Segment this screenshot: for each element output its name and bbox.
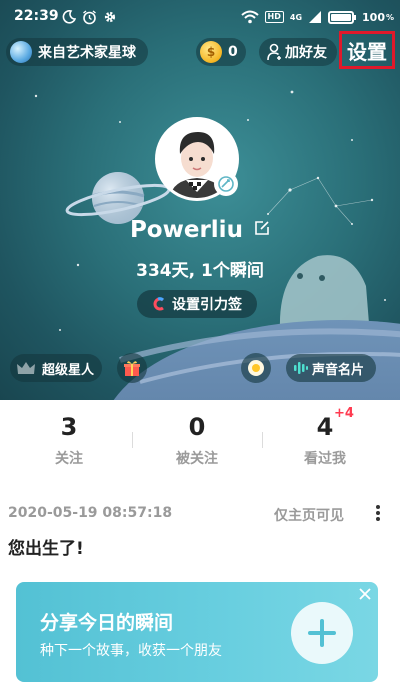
add-friend-button[interactable]: 加好友 [259, 38, 337, 66]
add-person-icon [267, 43, 281, 61]
gift-icon [124, 361, 140, 376]
status-right-icons: HD 4G 100 % [240, 8, 394, 26]
settings-button[interactable]: 设置 [339, 31, 395, 69]
stat-visitors[interactable]: 4 看过我 [260, 412, 390, 468]
gift-button[interactable] [117, 353, 147, 383]
coin-count: 0 [228, 44, 238, 60]
gravity-icon [153, 297, 165, 311]
crown-icon [17, 362, 35, 374]
stat-label: 关注 [55, 451, 83, 467]
signal-icon [309, 11, 322, 23]
add-friend-label: 加好友 [285, 45, 327, 61]
more-icon[interactable] [370, 503, 386, 523]
planet-icon [10, 41, 32, 63]
clock: 22:39 [14, 8, 59, 24]
share-subtitle: 种下一个故事，收获一个朋友 [40, 643, 222, 659]
post-visibility: 仅主页可见 [274, 508, 344, 524]
network-indicator: 4G [289, 12, 303, 22]
voice-icon [294, 362, 308, 374]
egg-icon [248, 360, 264, 376]
wifi-icon [240, 10, 259, 24]
add-moment-button[interactable] [291, 602, 353, 664]
close-icon[interactable] [357, 586, 373, 602]
stat-label: 被关注 [176, 451, 218, 467]
coin-balance-button[interactable]: $ 0 [196, 38, 246, 66]
voice-card-button[interactable]: 声音名片 [286, 354, 376, 382]
stat-value: 4 [316, 413, 334, 441]
nickname: Powerliu [129, 217, 243, 243]
percent-sign: % [385, 12, 394, 22]
stat-followers[interactable]: 0 被关注 [132, 412, 262, 468]
nickname-row[interactable]: Powerliu [0, 217, 400, 243]
gear-icon [104, 11, 116, 23]
post-timestamp: 2020-05-19 08:57:18 [8, 505, 173, 521]
battery-icon [328, 10, 357, 24]
moon-icon [62, 10, 76, 24]
plus-icon [308, 619, 336, 647]
section-gap [0, 482, 400, 494]
stat-label: 看过我 [304, 451, 346, 467]
hd-indicator: HD [264, 11, 284, 23]
gravity-tag-button[interactable]: 设置引力签 [137, 290, 257, 318]
share-title: 分享今日的瞬间 [40, 612, 174, 634]
stat-value: 3 [60, 413, 78, 441]
days-summary: 334天, 1个瞬间 [136, 261, 264, 281]
post-text: 您出生了! [8, 539, 84, 559]
avatar-badge-icon [214, 172, 238, 196]
voice-card-label: 声音名片 [312, 362, 365, 378]
planet-label: 来自艺术家星球 [38, 45, 136, 61]
stat-value: 0 [188, 413, 206, 441]
status-left-icons [62, 8, 117, 26]
alarm-icon [83, 9, 96, 24]
egg-button[interactable] [241, 353, 271, 383]
edit-icon[interactable] [254, 220, 270, 236]
battery-level: 100 [362, 10, 385, 24]
stat-following[interactable]: 3 关注 [4, 412, 134, 468]
new-visitors-badge: +4 [334, 406, 354, 421]
super-star-button[interactable]: 超级星人 [10, 354, 102, 382]
gravity-label: 设置引力签 [172, 297, 242, 313]
super-star-label: 超级星人 [42, 362, 95, 378]
coin-icon: $ [200, 41, 222, 63]
profile-hero: 22:39 HD 4G 100 % 来自艺术家星球 $ 0 加好友 设置 Pow… [0, 0, 400, 400]
share-moment-card[interactable]: 分享今日的瞬间 种下一个故事，收获一个朋友 [16, 582, 378, 682]
status-bar: 22:39 HD 4G 100 % [0, 0, 400, 34]
planet-button[interactable]: 来自艺术家星球 [6, 38, 148, 66]
